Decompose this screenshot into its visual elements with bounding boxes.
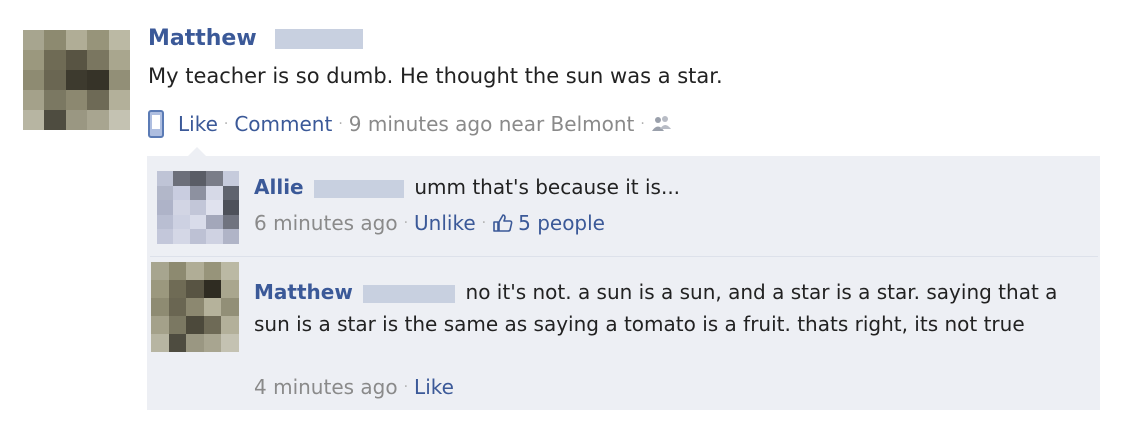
redacted-surname	[313, 179, 404, 198]
post-author-name[interactable]: Matthew	[148, 26, 257, 51]
separator: ·	[338, 116, 343, 132]
separator: ·	[481, 215, 487, 231]
like-link[interactable]: Like	[414, 375, 454, 399]
comment-text: umm that's because it is...	[414, 175, 681, 199]
separator: ·	[403, 379, 409, 395]
comment-divider	[150, 256, 1098, 257]
redacted-surname	[275, 29, 363, 49]
mobile-phone-icon	[148, 110, 164, 138]
comment-actions: 6 minutes ago · Unlike · 5 people	[254, 211, 605, 235]
separator: ·	[403, 215, 409, 231]
comment-body: Allie umm that's because it is...	[254, 175, 680, 199]
separator: ·	[640, 116, 645, 132]
comment-author-avatar[interactable]	[151, 262, 239, 352]
comment-author-avatar[interactable]	[157, 171, 239, 244]
separator: ·	[223, 116, 229, 132]
redacted-surname	[363, 284, 456, 303]
friends-icon[interactable]	[651, 115, 673, 133]
comment-link[interactable]: Comment	[234, 112, 332, 136]
comment-author-name[interactable]: Allie	[254, 175, 304, 199]
comment-timestamp[interactable]: 4 minutes ago	[254, 375, 398, 399]
post-text: My teacher is so dumb. He thought the su…	[148, 64, 723, 88]
comment-timestamp[interactable]: 6 minutes ago	[254, 211, 398, 235]
comments-pointer	[188, 147, 206, 156]
comment-actions: 4 minutes ago · Like	[254, 375, 454, 399]
comment-body: Matthew no it's not. a sun is a sun, and…	[254, 276, 1084, 340]
comment-author-name[interactable]: Matthew	[254, 280, 353, 304]
like-link[interactable]: Like	[178, 112, 218, 136]
post-actions: Like · Comment · 9 minutes ago near Belm…	[148, 110, 673, 138]
thumbs-up-icon	[493, 214, 513, 232]
unlike-link[interactable]: Unlike	[414, 211, 476, 235]
post-timestamp-location[interactable]: 9 minutes ago near Belmont	[349, 112, 635, 136]
post-author-avatar[interactable]	[23, 30, 130, 130]
likes-count-link[interactable]: 5 people	[518, 211, 605, 235]
